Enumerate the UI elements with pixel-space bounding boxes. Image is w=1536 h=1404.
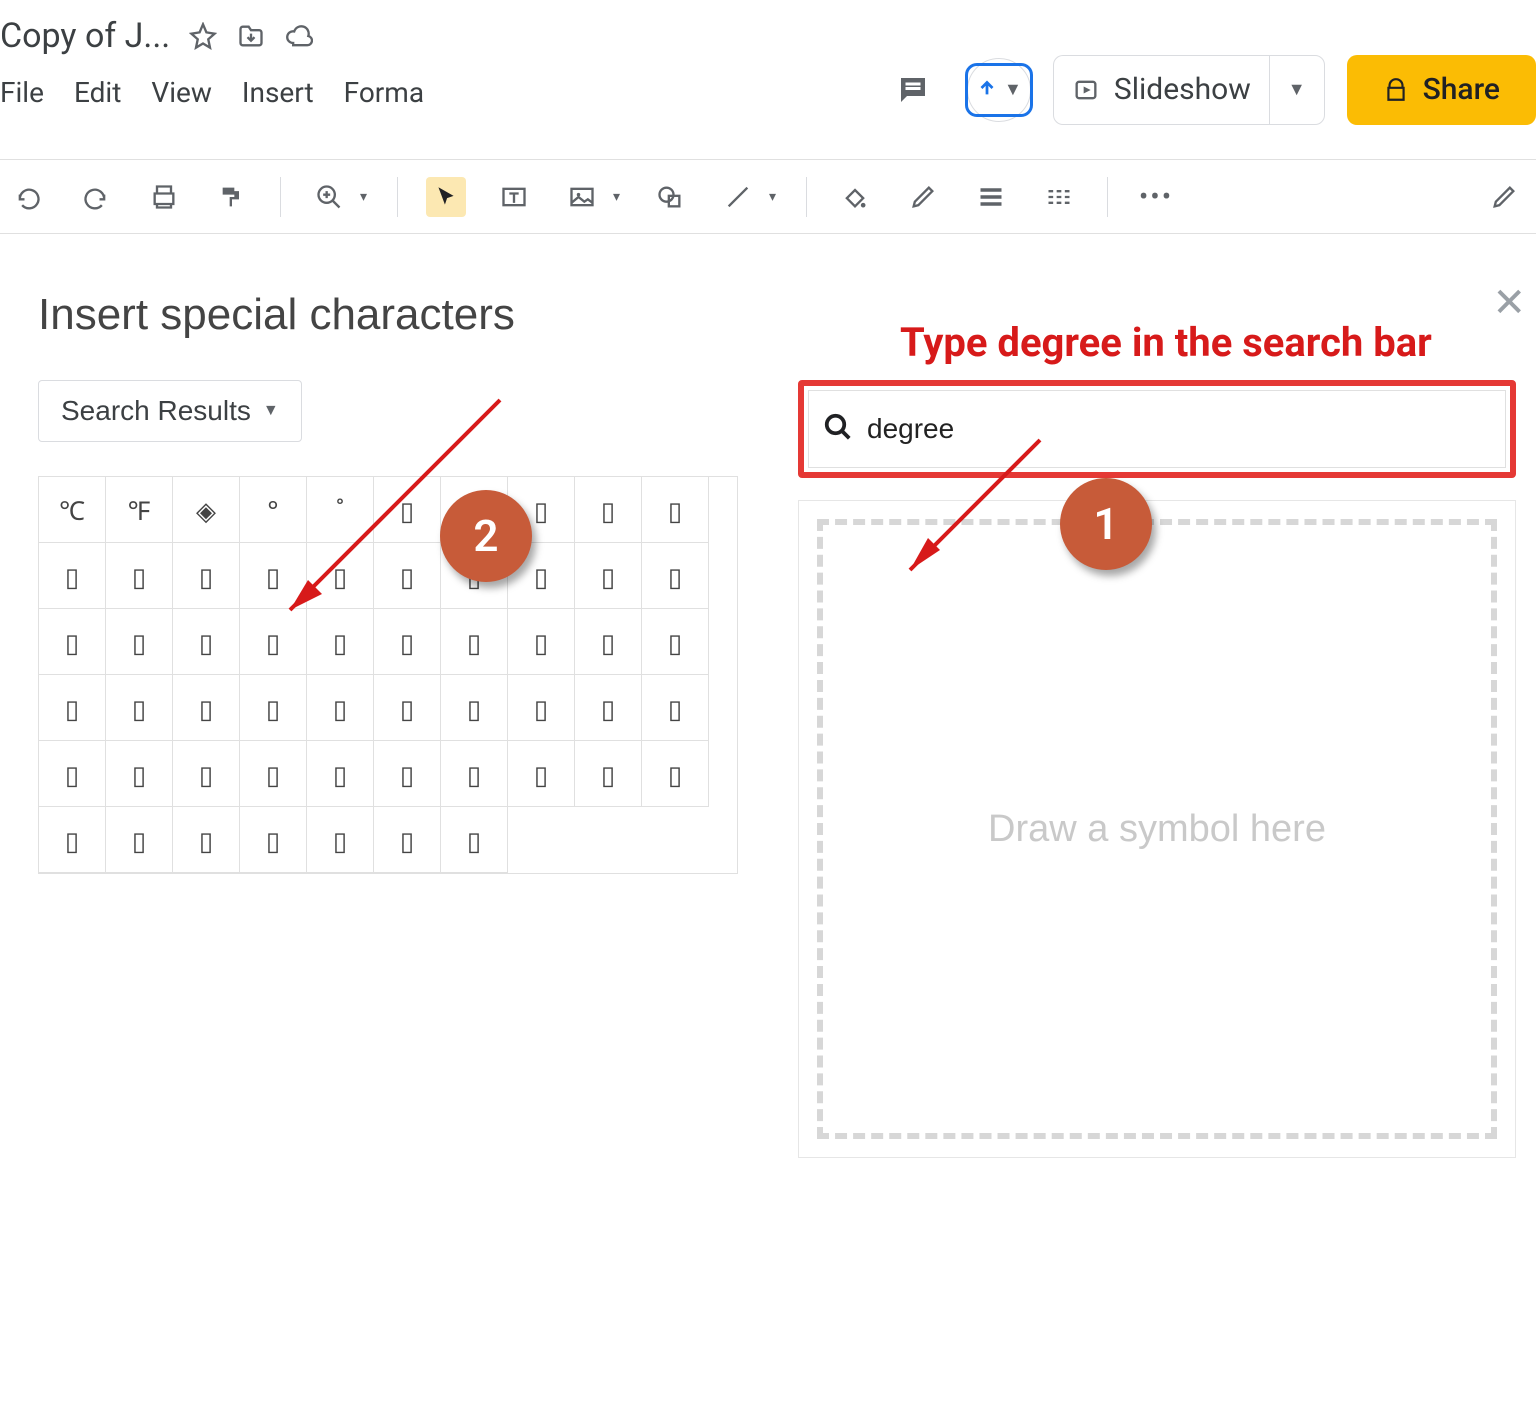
- toolbar: •••: [0, 160, 1536, 234]
- menu-edit[interactable]: Edit: [74, 76, 121, 109]
- character-cell[interactable]: ▯: [173, 807, 240, 873]
- document-title[interactable]: Copy of J...: [0, 16, 170, 56]
- character-cell[interactable]: ▯: [39, 609, 106, 675]
- annotation-text: Type degree in the search bar: [900, 318, 1432, 368]
- menu-file[interactable]: File: [0, 76, 44, 109]
- special-characters-dialog: ✕ Insert special characters Search Resul…: [18, 270, 1536, 1400]
- character-cell[interactable]: ▯: [106, 675, 173, 741]
- character-cell[interactable]: ◈: [173, 477, 240, 543]
- character-cell[interactable]: ▯: [106, 543, 173, 609]
- annotation-arrow-2: [260, 380, 520, 640]
- redo-icon[interactable]: [76, 177, 116, 217]
- slideshow-dropdown[interactable]: ▼: [1269, 55, 1325, 125]
- character-cell[interactable]: ▯: [642, 543, 709, 609]
- draw-symbol-area[interactable]: Draw a symbol here: [817, 519, 1497, 1139]
- character-cell[interactable]: ▯: [106, 807, 173, 873]
- character-cell[interactable]: ▯: [441, 807, 508, 873]
- character-cell: [575, 807, 642, 873]
- line-icon[interactable]: [718, 177, 758, 217]
- menu-bar: File Edit View Insert Forma: [0, 64, 540, 109]
- character-cell[interactable]: ▯: [374, 675, 441, 741]
- slideshow-label: Slideshow: [1114, 72, 1251, 107]
- character-cell[interactable]: ▯: [307, 807, 374, 873]
- character-cell[interactable]: ▯: [240, 675, 307, 741]
- character-cell[interactable]: ▯: [575, 741, 642, 807]
- search-icon: [823, 412, 853, 447]
- dropdown-label: Search Results: [61, 395, 251, 427]
- paint-format-icon[interactable]: [212, 177, 252, 217]
- slideshow-button[interactable]: Slideshow ▼: [1053, 55, 1325, 125]
- border-weight-icon[interactable]: [971, 177, 1011, 217]
- edit-mode-icon[interactable]: [1484, 177, 1524, 217]
- character-cell[interactable]: ▯: [39, 675, 106, 741]
- character-cell[interactable]: ▯: [575, 477, 642, 543]
- undo-icon[interactable]: [8, 177, 48, 217]
- select-tool-icon[interactable]: [426, 177, 466, 217]
- chevron-down-icon: ▼: [1004, 79, 1022, 100]
- character-cell[interactable]: ℉: [106, 477, 173, 543]
- character-cell[interactable]: ▯: [173, 741, 240, 807]
- character-cell[interactable]: ▯: [106, 741, 173, 807]
- chevron-down-icon: ▼: [1288, 79, 1306, 100]
- image-icon[interactable]: [562, 177, 602, 217]
- border-dash-icon[interactable]: [1039, 177, 1079, 217]
- arrow-up-icon: [976, 77, 998, 103]
- character-cell[interactable]: ▯: [642, 477, 709, 543]
- annotation-arrow-1: [870, 430, 1070, 600]
- zoom-icon[interactable]: [309, 177, 349, 217]
- character-cell[interactable]: ▯: [508, 741, 575, 807]
- border-color-icon[interactable]: [903, 177, 943, 217]
- character-cell[interactable]: ▯: [173, 675, 240, 741]
- present-up-button[interactable]: ▼: [967, 58, 1031, 122]
- character-cell[interactable]: ▯: [39, 807, 106, 873]
- character-cell[interactable]: ℃: [39, 477, 106, 543]
- move-to-folder-icon[interactable]: [236, 21, 266, 51]
- character-cell[interactable]: ▯: [39, 543, 106, 609]
- print-icon[interactable]: [144, 177, 184, 217]
- star-icon[interactable]: [188, 21, 218, 51]
- character-cell[interactable]: ▯: [307, 741, 374, 807]
- cloud-status-icon[interactable]: [284, 21, 314, 51]
- character-cell[interactable]: ▯: [240, 807, 307, 873]
- fill-color-icon[interactable]: [835, 177, 875, 217]
- character-cell[interactable]: ▯: [173, 543, 240, 609]
- character-cell[interactable]: ▯: [374, 807, 441, 873]
- close-icon[interactable]: ✕: [1492, 280, 1526, 326]
- character-cell[interactable]: ▯: [508, 675, 575, 741]
- character-cell[interactable]: ▯: [441, 741, 508, 807]
- share-label: Share: [1423, 72, 1500, 107]
- draw-placeholder: Draw a symbol here: [988, 808, 1326, 851]
- character-cell[interactable]: ▯: [575, 543, 642, 609]
- character-cell[interactable]: ▯: [575, 609, 642, 675]
- comments-icon[interactable]: [881, 58, 945, 122]
- share-button[interactable]: Share: [1347, 55, 1536, 125]
- character-cell[interactable]: ▯: [642, 609, 709, 675]
- character-cell[interactable]: ▯: [173, 609, 240, 675]
- character-cell[interactable]: ▯: [642, 675, 709, 741]
- more-tools-icon[interactable]: •••: [1136, 177, 1176, 217]
- textbox-icon[interactable]: [494, 177, 534, 217]
- annotation-badge-1: 1: [1060, 478, 1152, 570]
- character-cell[interactable]: ▯: [106, 609, 173, 675]
- character-cell[interactable]: ▯: [39, 741, 106, 807]
- menu-insert[interactable]: Insert: [242, 76, 314, 109]
- shape-icon[interactable]: [650, 177, 690, 217]
- character-cell[interactable]: ▯: [575, 675, 642, 741]
- character-cell[interactable]: ▯: [441, 675, 508, 741]
- menu-view[interactable]: View: [151, 76, 212, 109]
- character-cell[interactable]: ▯: [642, 741, 709, 807]
- character-cell[interactable]: ▯: [374, 741, 441, 807]
- character-cell[interactable]: ▯: [307, 675, 374, 741]
- character-cell: [642, 807, 709, 873]
- character-cell[interactable]: ▯: [240, 741, 307, 807]
- character-cell: [508, 807, 575, 873]
- menu-format[interactable]: Forma: [344, 76, 424, 109]
